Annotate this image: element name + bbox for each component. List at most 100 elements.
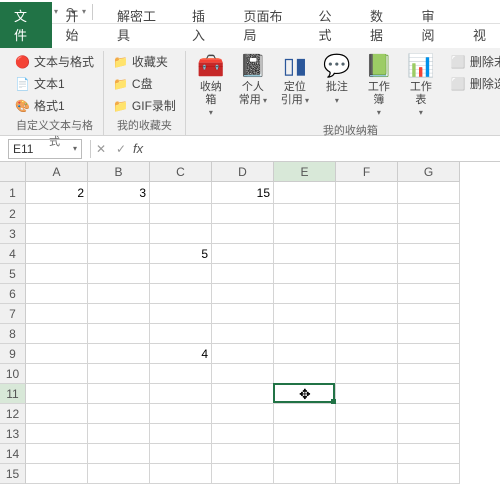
cell-B15[interactable] bbox=[88, 464, 150, 484]
row-header-11[interactable]: 11 bbox=[0, 384, 26, 404]
row-header-15[interactable]: 15 bbox=[0, 464, 26, 484]
personal-button[interactable]: 📓 个人常用 ▾ bbox=[234, 51, 272, 108]
row-header-7[interactable]: 7 bbox=[0, 304, 26, 324]
cell-F5[interactable] bbox=[336, 264, 398, 284]
cell-G11[interactable] bbox=[398, 384, 460, 404]
cell-E11[interactable] bbox=[274, 384, 336, 404]
cell-E14[interactable] bbox=[274, 444, 336, 464]
cell-E15[interactable] bbox=[274, 464, 336, 484]
row-header-4[interactable]: 4 bbox=[0, 244, 26, 264]
cell-E4[interactable] bbox=[274, 244, 336, 264]
cell-F4[interactable] bbox=[336, 244, 398, 264]
fx-icon[interactable]: fx bbox=[133, 141, 143, 156]
cell-D3[interactable] bbox=[212, 224, 274, 244]
cell-G5[interactable] bbox=[398, 264, 460, 284]
cell-B9[interactable] bbox=[88, 344, 150, 364]
cell-F13[interactable] bbox=[336, 424, 398, 444]
workbook-button[interactable]: 📗 工作簿▾ bbox=[360, 51, 398, 121]
cell-E12[interactable] bbox=[274, 404, 336, 424]
row-header-5[interactable]: 5 bbox=[0, 264, 26, 284]
cell-A12[interactable] bbox=[26, 404, 88, 424]
cell-A9[interactable] bbox=[26, 344, 88, 364]
cell-C14[interactable] bbox=[150, 444, 212, 464]
cell-A14[interactable] bbox=[26, 444, 88, 464]
cell-F15[interactable] bbox=[336, 464, 398, 484]
cell-G7[interactable] bbox=[398, 304, 460, 324]
tab-formula[interactable]: 公式 bbox=[304, 2, 356, 48]
cell-E10[interactable] bbox=[274, 364, 336, 384]
cell-E13[interactable] bbox=[274, 424, 336, 444]
cell-C4[interactable]: 5 bbox=[150, 244, 212, 264]
cell-F9[interactable] bbox=[336, 344, 398, 364]
cell-B14[interactable] bbox=[88, 444, 150, 464]
cell-C6[interactable] bbox=[150, 284, 212, 304]
storage-button[interactable]: 🧰 收纳箱▾ bbox=[192, 51, 230, 121]
cell-G14[interactable] bbox=[398, 444, 460, 464]
col-header-G[interactable]: G bbox=[398, 162, 460, 182]
cell-C9[interactable]: 4 bbox=[150, 344, 212, 364]
cell-F12[interactable] bbox=[336, 404, 398, 424]
cell-A3[interactable] bbox=[26, 224, 88, 244]
col-header-C[interactable]: C bbox=[150, 162, 212, 182]
row-header-6[interactable]: 6 bbox=[0, 284, 26, 304]
tab-insert[interactable]: 插入 bbox=[178, 2, 230, 48]
row-header-14[interactable]: 14 bbox=[0, 444, 26, 464]
row-header-9[interactable]: 9 bbox=[0, 344, 26, 364]
cell-D11[interactable] bbox=[212, 384, 274, 404]
format1-button[interactable]: 🎨格式1 bbox=[12, 95, 97, 116]
cell-C3[interactable] bbox=[150, 224, 212, 244]
row-header-3[interactable]: 3 bbox=[0, 224, 26, 244]
cell-D13[interactable] bbox=[212, 424, 274, 444]
tab-review[interactable]: 审阅 bbox=[407, 2, 459, 48]
cell-E3[interactable] bbox=[274, 224, 336, 244]
cell-B3[interactable] bbox=[88, 224, 150, 244]
cell-B6[interactable] bbox=[88, 284, 150, 304]
cell-A2[interactable] bbox=[26, 204, 88, 224]
cell-B10[interactable] bbox=[88, 364, 150, 384]
cell-C8[interactable] bbox=[150, 324, 212, 344]
cell-E8[interactable] bbox=[274, 324, 336, 344]
cell-F6[interactable] bbox=[336, 284, 398, 304]
worksheet-button[interactable]: 📊 工作表▾ bbox=[402, 51, 440, 121]
cell-G8[interactable] bbox=[398, 324, 460, 344]
cell-E7[interactable] bbox=[274, 304, 336, 324]
row-header-12[interactable]: 12 bbox=[0, 404, 26, 424]
cell-G1[interactable] bbox=[398, 182, 460, 204]
cell-A4[interactable] bbox=[26, 244, 88, 264]
cell-D9[interactable] bbox=[212, 344, 274, 364]
cell-G4[interactable] bbox=[398, 244, 460, 264]
cell-B12[interactable] bbox=[88, 404, 150, 424]
cell-E5[interactable] bbox=[274, 264, 336, 284]
cell-F2[interactable] bbox=[336, 204, 398, 224]
cell-F8[interactable] bbox=[336, 324, 398, 344]
cell-A5[interactable] bbox=[26, 264, 88, 284]
col-header-D[interactable]: D bbox=[212, 162, 274, 182]
accept-formula-button[interactable]: ✓ bbox=[111, 142, 131, 156]
row-header-13[interactable]: 13 bbox=[0, 424, 26, 444]
row-header-2[interactable]: 2 bbox=[0, 204, 26, 224]
cell-A7[interactable] bbox=[26, 304, 88, 324]
col-header-F[interactable]: F bbox=[336, 162, 398, 182]
cell-B11[interactable] bbox=[88, 384, 150, 404]
cell-E6[interactable] bbox=[274, 284, 336, 304]
tab-layout[interactable]: 页面布局 bbox=[229, 2, 304, 48]
cell-G15[interactable] bbox=[398, 464, 460, 484]
cell-G10[interactable] bbox=[398, 364, 460, 384]
cell-A8[interactable] bbox=[26, 324, 88, 344]
row-header-8[interactable]: 8 bbox=[0, 324, 26, 344]
cell-C15[interactable] bbox=[150, 464, 212, 484]
cell-D8[interactable] bbox=[212, 324, 274, 344]
cell-B7[interactable] bbox=[88, 304, 150, 324]
cell-G3[interactable] bbox=[398, 224, 460, 244]
spreadsheet-grid[interactable]: ABCDEFG 123456789101112131415 231554✥ bbox=[0, 162, 500, 502]
cell-C5[interactable] bbox=[150, 264, 212, 284]
cell-F14[interactable] bbox=[336, 444, 398, 464]
tab-file[interactable]: 文件 bbox=[0, 2, 52, 48]
comment-button[interactable]: 💬 批注▾ bbox=[318, 51, 356, 108]
cell-F10[interactable] bbox=[336, 364, 398, 384]
cell-C10[interactable] bbox=[150, 364, 212, 384]
tab-home[interactable]: 开始 bbox=[52, 2, 104, 48]
cell-D14[interactable] bbox=[212, 444, 274, 464]
cell-G6[interactable] bbox=[398, 284, 460, 304]
cell-A6[interactable] bbox=[26, 284, 88, 304]
